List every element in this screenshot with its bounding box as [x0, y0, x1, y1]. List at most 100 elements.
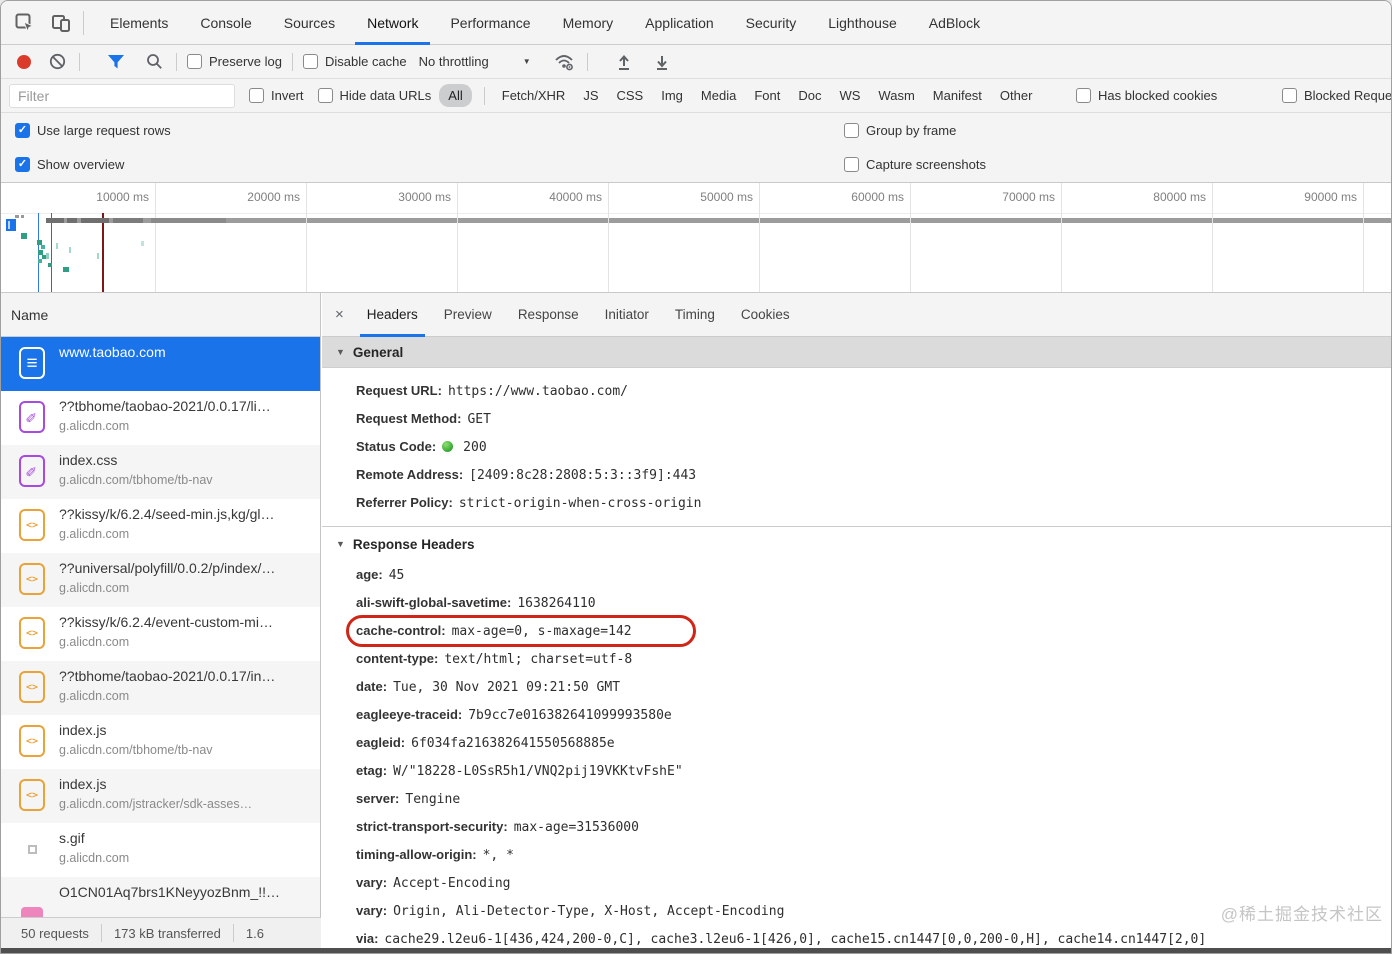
request-row[interactable]: <> ??tbhome/taobao-2021/0.0.17/in… g.alicd… [1, 661, 320, 715]
filter-type-wasm[interactable]: Wasm [878, 88, 914, 103]
filter-type-js[interactable]: JS [583, 88, 598, 103]
header-name: date: [356, 679, 388, 694]
timeline-gridline [910, 183, 911, 292]
tab-console[interactable]: Console [184, 1, 267, 45]
disable-cache-label: Disable cache [324, 54, 407, 69]
group-by-frame-checkbox[interactable] [844, 123, 859, 138]
has-blocked-cookies-option: Has blocked cookies [1076, 88, 1217, 103]
request-name: index.js [59, 776, 107, 792]
request-domain: g.alicdn.com [59, 581, 130, 595]
header-name: server: [356, 791, 400, 806]
overview-request-mark [141, 241, 144, 246]
group-by-frame-label: Group by frame [866, 123, 957, 138]
blocked-requests-checkbox[interactable] [1282, 88, 1297, 103]
detail-tab-initiator[interactable]: Initiator [592, 293, 662, 337]
request-row[interactable]: <> ??kissy/k/6.2.4/seed-min.js,kg/gl… g.al… [1, 499, 320, 553]
tab-security[interactable]: Security [730, 1, 813, 45]
show-overview-checkbox[interactable]: ✓ [15, 157, 30, 172]
detail-tab-cookies[interactable]: Cookies [728, 293, 803, 337]
request-row[interactable]: s.gif g.alicdn.com [1, 823, 320, 877]
record-button[interactable] [17, 54, 31, 69]
preserve-log-checkbox[interactable] [187, 54, 202, 69]
general-item: Remote Address: [2409:8c28:2808:5:3::3f9]… [356, 461, 1391, 489]
tab-application[interactable]: Application [629, 1, 730, 45]
throttling-dropdown[interactable]: No throttling ▼ [419, 54, 531, 69]
filter-type-css[interactable]: CSS [617, 88, 644, 103]
tab-adblock[interactable]: AdBlock [913, 1, 996, 45]
import-har-icon[interactable] [612, 50, 636, 74]
request-row[interactable]: ≡ www.taobao.com [1, 337, 320, 391]
request-row[interactable]: <> index.js g.alicdn.com/tbhome/tb-nav [1, 715, 320, 769]
filter-type-doc[interactable]: Doc [798, 88, 821, 103]
tab-performance[interactable]: Performance [434, 1, 546, 45]
use-large-request-rows-checkbox[interactable]: ✓ [15, 123, 30, 138]
request-row[interactable]: ✎ ??tbhome/taobao-2021/0.0.17/li… g.alicdn… [1, 391, 320, 445]
network-conditions-icon[interactable] [553, 50, 577, 74]
timeline-tick-label: 20000 ms [247, 190, 300, 204]
overview-request-mark [63, 267, 69, 272]
request-name: www.taobao.com [59, 344, 166, 360]
request-row[interactable]: O1CN01Aq7brs1KNeyyozBnm_!!… [1, 877, 320, 917]
header-name: Referrer Policy: [356, 495, 453, 510]
request-row[interactable]: <> ??universal/polyfill/0.0.2/p/index/… g.… [1, 553, 320, 607]
clear-icon[interactable] [45, 50, 69, 74]
header-value: text/html; charset=utf-8 [444, 652, 633, 667]
request-row[interactable]: <> index.js g.alicdn.com/jstracker/sdk-ass… [1, 769, 320, 823]
header-value: Tue, 30 Nov 2021 09:21:50 GMT [393, 680, 621, 695]
invert-label: Invert [271, 88, 304, 103]
request-row[interactable]: <> ??kissy/k/6.2.4/event-custom-mi… g.alic… [1, 607, 320, 661]
divider [232, 924, 234, 942]
capture-screenshots-label: Capture screenshots [866, 157, 986, 172]
window-bottom-edge [1, 948, 1391, 953]
disable-cache-checkbox[interactable] [302, 54, 318, 69]
header-name: Remote Address: [356, 467, 464, 482]
inspect-element-icon[interactable] [13, 11, 37, 35]
filter-type-img[interactable]: Img [661, 88, 683, 103]
filter-type-media[interactable]: Media [701, 88, 736, 103]
search-icon[interactable] [142, 50, 166, 74]
request-domain: g.alicdn.com [59, 635, 130, 649]
pencil-icon: ✎ [23, 411, 40, 423]
filter-type-other[interactable]: Other [1000, 88, 1033, 103]
detail-tab-preview[interactable]: Preview [431, 293, 505, 337]
has-blocked-cookies-checkbox[interactable] [1076, 88, 1091, 103]
capture-screenshots-checkbox[interactable] [844, 157, 859, 172]
network-overview-timeline[interactable]: 10000 ms 20000 ms 30000 ms 40000 ms 50000 ms… [1, 183, 1391, 293]
tab-elements[interactable]: Elements [94, 1, 184, 45]
tab-memory[interactable]: Memory [547, 1, 630, 45]
code-brackets-icon: <> [25, 681, 39, 693]
detail-tab-response[interactable]: Response [505, 293, 592, 337]
detail-tab-timing[interactable]: Timing [662, 293, 728, 337]
hide-data-urls-checkbox[interactable] [317, 88, 333, 103]
invert-checkbox[interactable] [249, 88, 264, 103]
general-section-header[interactable]: ▼ General [322, 337, 1391, 368]
tab-network[interactable]: Network [351, 1, 434, 45]
tab-lighthouse[interactable]: Lighthouse [812, 1, 913, 45]
close-icon[interactable]: × [322, 306, 354, 323]
header-value: max-age=31536000 [513, 820, 639, 835]
filter-input[interactable] [9, 83, 235, 108]
request-row[interactable]: ✎ index.css g.alicdn.com/tbhome/tb-nav [1, 445, 320, 499]
filter-type-manifest[interactable]: Manifest [933, 88, 982, 103]
request-list: ≡ www.taobao.com ✎ ??tbhome/taobao-2021/0.0… [1, 337, 320, 917]
response-headers-section-header[interactable]: ▼ Response Headers [322, 526, 1391, 561]
toggle-device-toolbar-icon[interactable] [49, 11, 73, 35]
use-large-request-rows-label: Use large request rows [37, 123, 171, 138]
filter-icon[interactable] [104, 50, 128, 74]
show-overview-label: Show overview [37, 157, 125, 172]
resource-type-icon-img-partial [19, 887, 45, 917]
throttling-value: No throttling [418, 54, 489, 69]
filter-type-ws[interactable]: WS [839, 88, 860, 103]
header-name: Request Method: [356, 411, 462, 426]
tab-sources[interactable]: Sources [268, 1, 351, 45]
load-line [51, 213, 52, 292]
image-placeholder-icon [27, 844, 37, 854]
export-har-icon[interactable] [650, 50, 674, 74]
name-column-header[interactable]: Name [1, 293, 320, 337]
timeline-gridline [306, 183, 307, 292]
filter-type-font[interactable]: Font [754, 88, 780, 103]
filter-type-all[interactable]: All [439, 84, 472, 107]
overview-request-mark [21, 215, 24, 218]
filter-type-fetch-xhr[interactable]: Fetch/XHR [502, 88, 566, 103]
detail-tab-headers[interactable]: Headers [354, 293, 431, 337]
